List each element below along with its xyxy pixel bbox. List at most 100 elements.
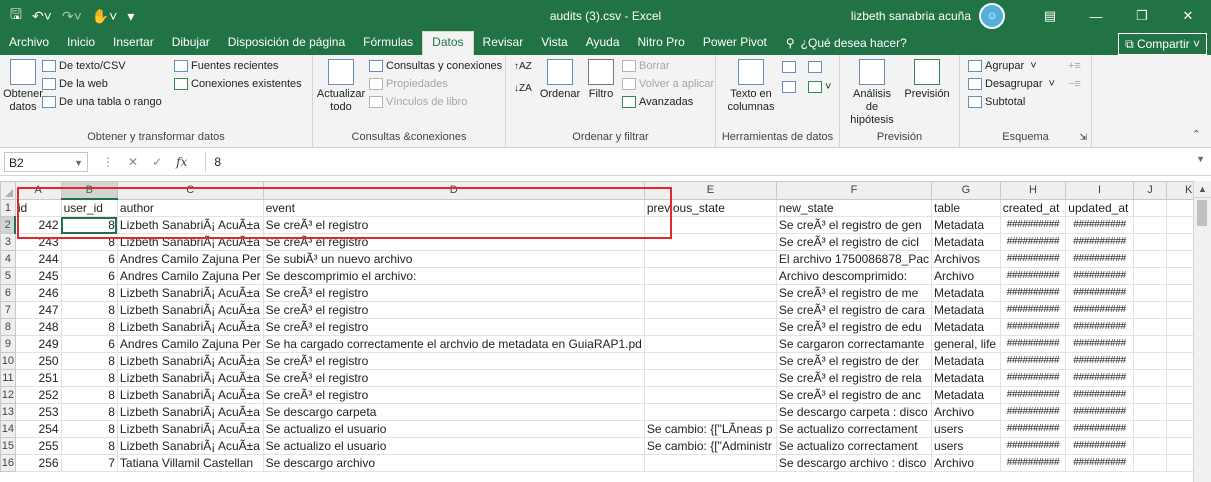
- cell-c15[interactable]: Lizbeth SanabriÃ¡ AcuÃ±a: [116, 437, 264, 455]
- cell-f7[interactable]: Se creÃ³ el registro de cara: [775, 301, 933, 319]
- cell-g4[interactable]: Archivos: [931, 250, 1001, 268]
- cell-b13[interactable]: 8: [60, 403, 118, 421]
- column-header-c[interactable]: C: [116, 181, 264, 200]
- cell-f16[interactable]: Se descargo archivo : disco: [775, 454, 933, 472]
- cell-c7[interactable]: Lizbeth SanabriÃ¡ AcuÃ±a: [116, 301, 264, 319]
- cell-j4[interactable]: [1132, 250, 1168, 268]
- cell-a13[interactable]: 253: [14, 403, 62, 421]
- cell-h4[interactable]: ##########: [999, 250, 1067, 268]
- cell-d2[interactable]: Se creÃ³ el registro: [262, 216, 645, 234]
- cell-f5[interactable]: Archivo descomprimido:: [775, 267, 933, 285]
- row-header[interactable]: 6: [0, 284, 16, 302]
- existing-connections-button[interactable]: Conexiones existentes: [174, 78, 302, 90]
- cell-f13[interactable]: Se descargo carpeta : disco: [775, 403, 933, 421]
- cell-j6[interactable]: [1132, 284, 1168, 302]
- cell-e14[interactable]: Se cambio: {["LÃ­neas p: [643, 420, 777, 438]
- tab-ayuda[interactable]: Ayuda: [577, 32, 629, 55]
- cell-h1[interactable]: created_at: [999, 198, 1067, 217]
- cell-f8[interactable]: Se creÃ³ el registro de edu: [775, 318, 933, 336]
- cell-b5[interactable]: 6: [60, 267, 118, 285]
- cell-g1[interactable]: table: [931, 198, 1001, 217]
- tell-me-search[interactable]: ⚲ ¿Qué desea hacer?: [776, 32, 916, 55]
- cell-d9[interactable]: Se ha cargado correctamente el archvio d…: [262, 335, 645, 353]
- tab-formulas[interactable]: Fórmulas: [354, 32, 422, 55]
- remove-duplicates-button[interactable]: [782, 81, 796, 93]
- cell-b14[interactable]: 8: [60, 420, 118, 438]
- row-header[interactable]: 16: [0, 454, 16, 472]
- cell-h10[interactable]: ##########: [999, 352, 1067, 370]
- cell-b11[interactable]: 8: [60, 369, 118, 387]
- from-text-csv-button[interactable]: De texto/CSV: [42, 60, 126, 72]
- cell-e16[interactable]: [643, 454, 777, 472]
- tab-disposicion[interactable]: Disposición de página: [219, 32, 354, 55]
- cell-i4[interactable]: ##########: [1065, 250, 1134, 268]
- tab-vista[interactable]: Vista: [532, 32, 576, 55]
- cell-h6[interactable]: ##########: [999, 284, 1067, 302]
- from-table-button[interactable]: De una tabla o rango: [42, 96, 162, 108]
- refresh-all-button[interactable]: Actualizar todo: [317, 59, 365, 114]
- tab-dibujar[interactable]: Dibujar: [163, 32, 219, 55]
- cell-g10[interactable]: Metadata: [931, 352, 1001, 370]
- cell-h7[interactable]: ##########: [999, 301, 1067, 319]
- cell-g2[interactable]: Metadata: [931, 216, 1001, 234]
- enter-icon[interactable]: ✓: [152, 155, 162, 169]
- cell-e13[interactable]: [643, 403, 777, 421]
- cell-j14[interactable]: [1132, 420, 1168, 438]
- cell-g15[interactable]: users: [931, 437, 1001, 455]
- cell-g16[interactable]: Archivo: [931, 454, 1001, 472]
- cell-g14[interactable]: users: [931, 420, 1001, 438]
- advanced-filter-button[interactable]: Avanzadas: [622, 96, 693, 108]
- cell-h2[interactable]: ##########: [999, 216, 1067, 234]
- cell-i16[interactable]: ##########: [1065, 454, 1134, 472]
- row-header[interactable]: 1: [0, 198, 16, 217]
- avatar[interactable]: ☺: [979, 3, 1005, 29]
- properties-button[interactable]: Propiedades: [369, 78, 448, 90]
- tab-power-pivot[interactable]: Power Pivot: [694, 32, 776, 55]
- cell-d14[interactable]: Se actualizo el usuario: [262, 420, 645, 438]
- column-header-j[interactable]: J: [1132, 181, 1168, 200]
- cell-e2[interactable]: [643, 216, 777, 234]
- cell-j2[interactable]: [1132, 216, 1168, 234]
- cell-f10[interactable]: Se creÃ³ el registro de der: [775, 352, 933, 370]
- cell-c8[interactable]: Lizbeth SanabriÃ¡ AcuÃ±a: [116, 318, 264, 336]
- clear-filter-button[interactable]: Borrar: [622, 60, 670, 72]
- cell-e11[interactable]: [643, 369, 777, 387]
- cell-a3[interactable]: 243: [14, 233, 62, 251]
- cell-e3[interactable]: [643, 233, 777, 251]
- collapse-ribbon-icon[interactable]: ⌃: [1192, 128, 1201, 141]
- cell-f14[interactable]: Se actualizo correctament: [775, 420, 933, 438]
- cell-h11[interactable]: ##########: [999, 369, 1067, 387]
- hide-detail-icon[interactable]: −≡: [1068, 78, 1081, 90]
- cell-e12[interactable]: [643, 386, 777, 404]
- column-header-g[interactable]: G: [931, 181, 1001, 200]
- cell-e6[interactable]: [643, 284, 777, 302]
- cell-i11[interactable]: ##########: [1065, 369, 1134, 387]
- cell-a15[interactable]: 255: [14, 437, 62, 455]
- cell-c12[interactable]: Lizbeth SanabriÃ¡ AcuÃ±a: [116, 386, 264, 404]
- from-web-button[interactable]: De la web: [42, 78, 108, 90]
- cell-h8[interactable]: ##########: [999, 318, 1067, 336]
- cell-c10[interactable]: Lizbeth SanabriÃ¡ AcuÃ±a: [116, 352, 264, 370]
- cell-j3[interactable]: [1132, 233, 1168, 251]
- text-to-columns-button[interactable]: Texto en columnas: [726, 59, 776, 114]
- cell-d6[interactable]: Se creÃ³ el registro: [262, 284, 645, 302]
- subtotal-button[interactable]: Subtotal: [968, 96, 1025, 108]
- row-header[interactable]: 8: [0, 318, 16, 336]
- cell-d16[interactable]: Se descargo archivo: [262, 454, 645, 472]
- chevron-down-icon[interactable]: ▼: [74, 153, 83, 173]
- cell-f15[interactable]: Se actualizo correctament: [775, 437, 933, 455]
- cell-d11[interactable]: Se creÃ³ el registro: [262, 369, 645, 387]
- cell-g13[interactable]: Archivo: [931, 403, 1001, 421]
- cell-b6[interactable]: 8: [60, 284, 118, 302]
- column-header-h[interactable]: H: [999, 181, 1067, 200]
- cell-h3[interactable]: ##########: [999, 233, 1067, 251]
- cell-a9[interactable]: 249: [14, 335, 62, 353]
- what-if-analysis-button[interactable]: Análisis de hipótesis: [846, 59, 898, 127]
- cell-b3[interactable]: 8: [60, 233, 118, 251]
- cell-f3[interactable]: Se creÃ³ el registro de cicl: [775, 233, 933, 251]
- cell-f1[interactable]: new_state: [775, 198, 933, 217]
- cell-b16[interactable]: 7: [60, 454, 118, 472]
- filter-button[interactable]: Filtro: [584, 59, 618, 101]
- cell-a14[interactable]: 254: [14, 420, 62, 438]
- cell-i3[interactable]: ##########: [1065, 233, 1134, 251]
